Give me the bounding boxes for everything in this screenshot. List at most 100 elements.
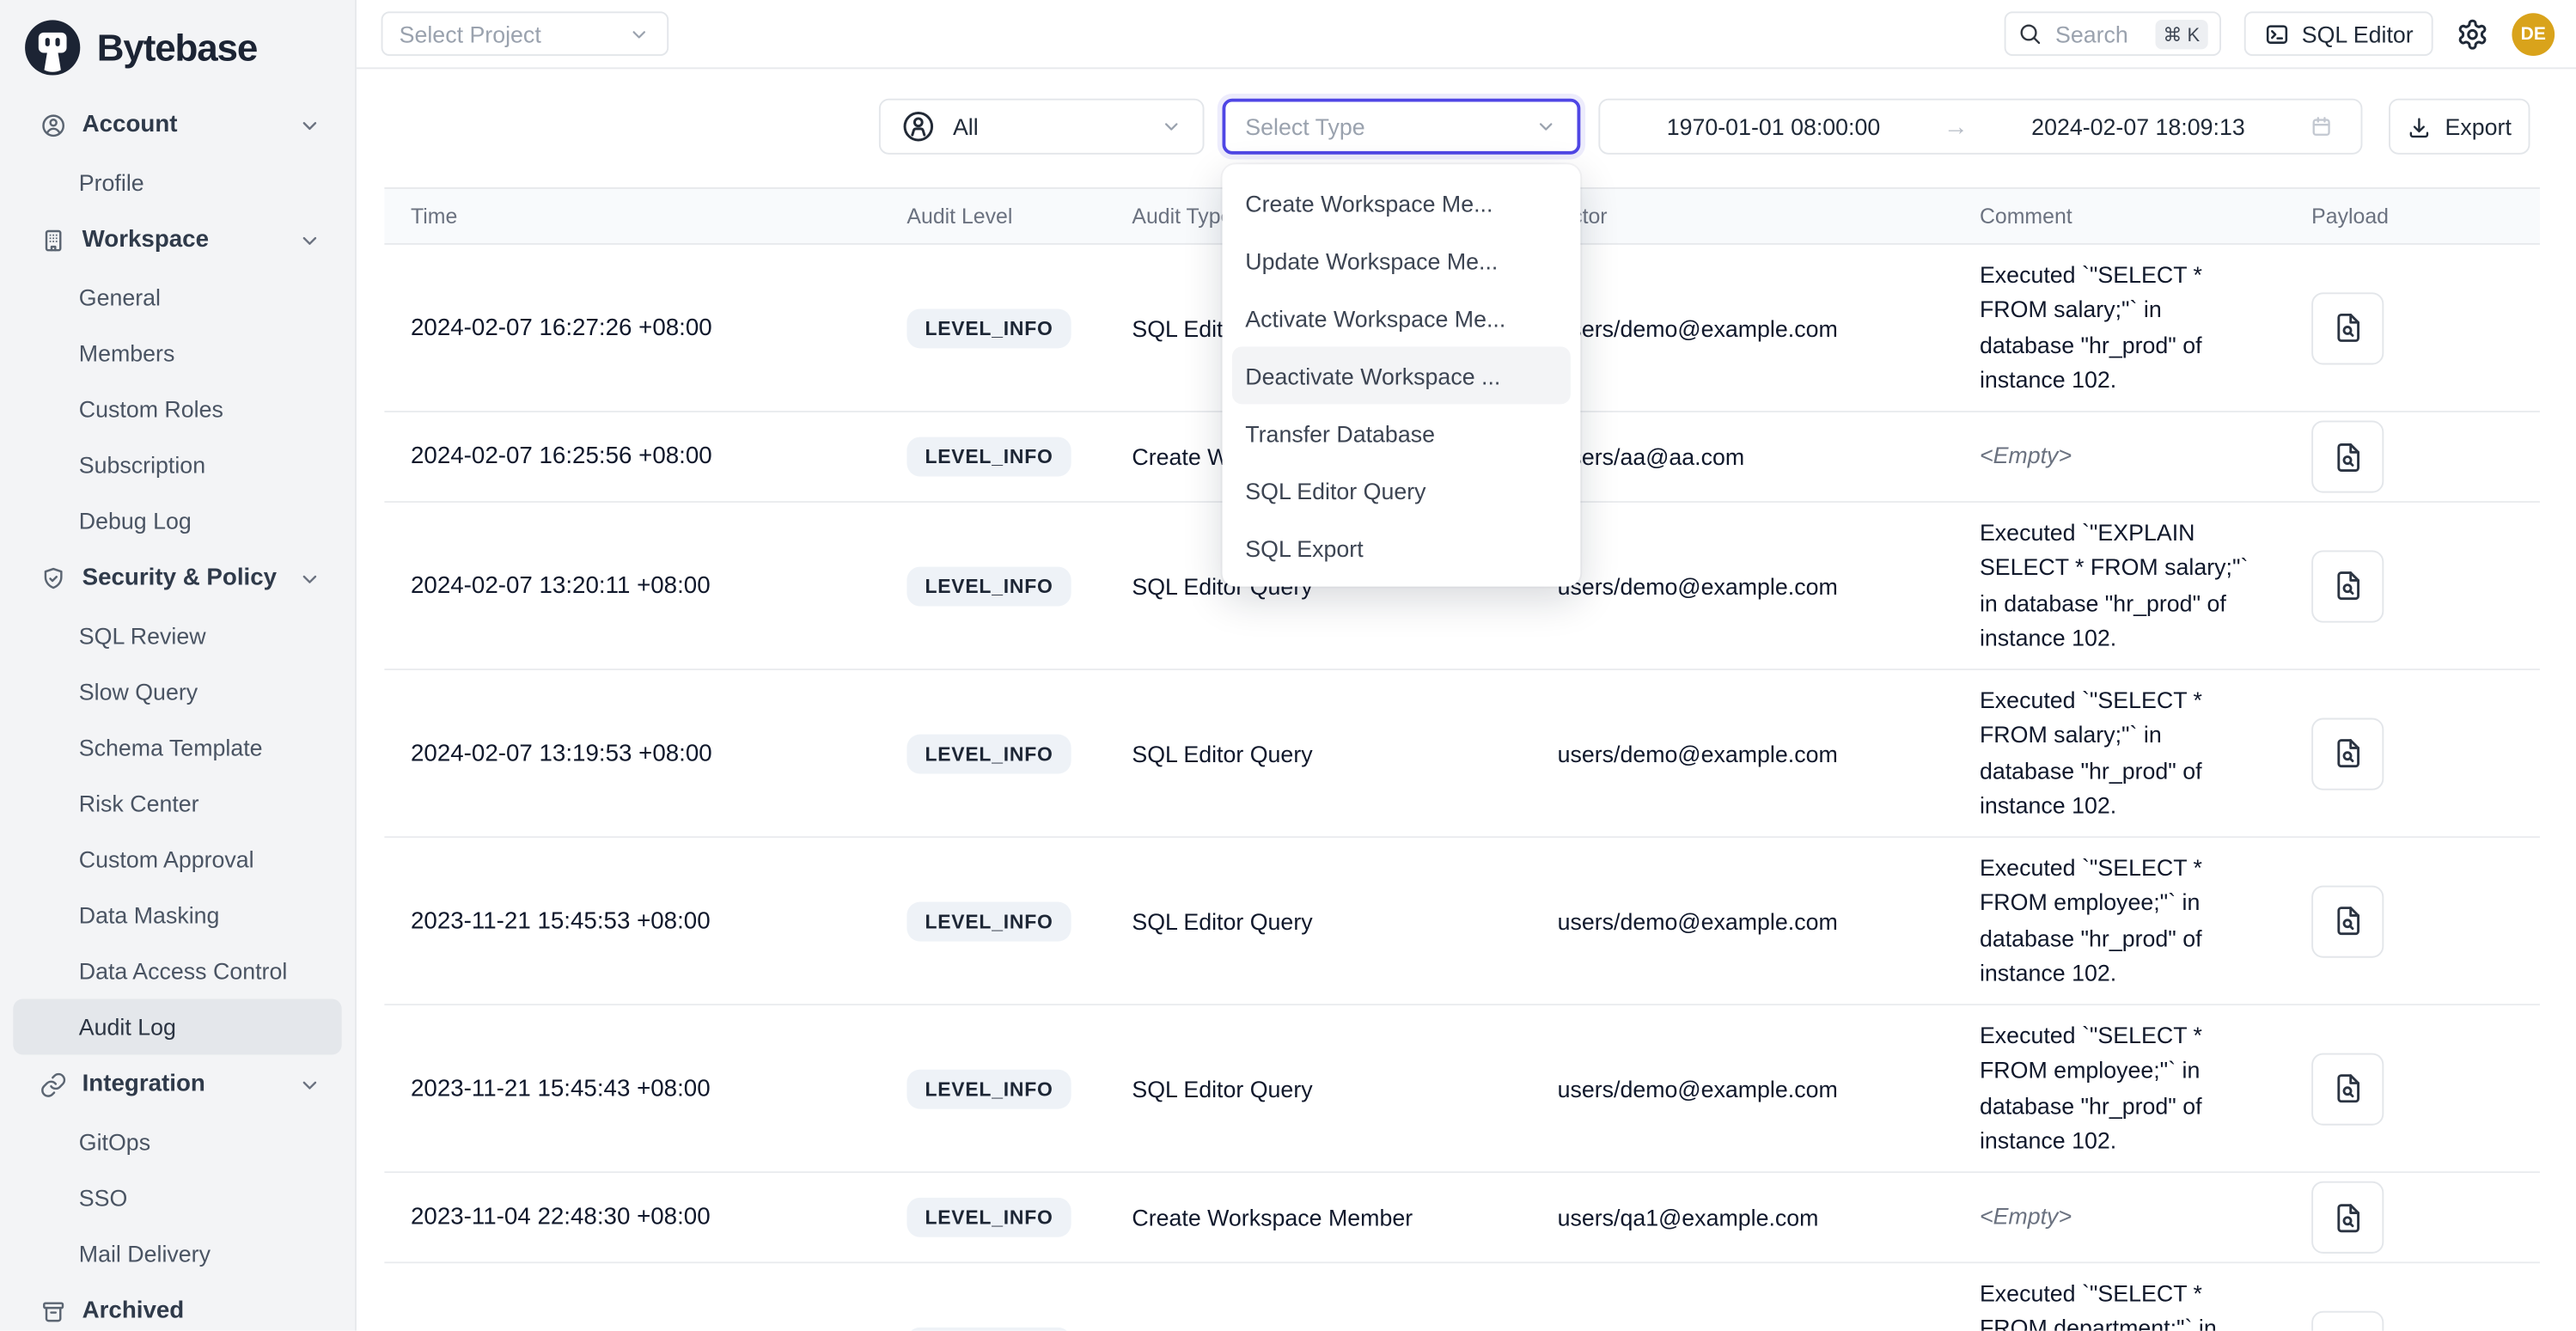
file-search-icon: [2330, 569, 2365, 603]
file-search-icon: [2330, 1200, 2365, 1235]
sidebar-nav: Account Profile Workspace General Member…: [0, 95, 355, 1331]
level-badge: LEVEL_INFO: [906, 734, 1071, 773]
menu-item-transfer-database[interactable]: Transfer Database: [1223, 404, 1581, 461]
search-icon: [2017, 21, 2042, 46]
sidebar-item-account[interactable]: Account: [13, 95, 341, 155]
sidebar-item-sql-review[interactable]: SQL Review: [13, 607, 341, 663]
menu-item-update-workspace-member[interactable]: Update Workspace Me...: [1223, 232, 1581, 290]
column-header-audit-level: Audit Level: [906, 204, 1132, 229]
audit-log-page: All Select Type 1970-01-01 08:00:00 → 20…: [357, 69, 2576, 1330]
sidebar-item-debug-log[interactable]: Debug Log: [13, 493, 341, 549]
level-badge: LEVEL_INFO: [906, 1198, 1071, 1237]
settings-gear-icon[interactable]: [2456, 17, 2488, 50]
chevron-down-icon: [297, 1072, 322, 1097]
sidebar-item-slow-query[interactable]: Slow Query: [13, 663, 341, 719]
level-badge: LEVEL_INFO: [906, 308, 1071, 347]
sidebar-item-general[interactable]: General: [13, 270, 341, 326]
level-badge: LEVEL_INFO: [906, 1069, 1071, 1108]
menu-item-activate-workspace-member[interactable]: Activate Workspace Me...: [1223, 290, 1581, 347]
table-row: 2023-11-21 15:45:53 +08:00 LEVEL_INFO SQ…: [384, 838, 2540, 1005]
app-window: Bytebase Account Profile Workspace Gener…: [0, 0, 2576, 1331]
chevron-down-icon: [297, 113, 322, 137]
sidebar-item-members[interactable]: Members: [13, 326, 341, 382]
shield-check-icon: [40, 565, 68, 593]
sidebar-item-audit-log[interactable]: Audit Log: [13, 998, 341, 1054]
sidebar-item-schema-template[interactable]: Schema Template: [13, 719, 341, 775]
chevron-down-icon: [627, 22, 650, 46]
user-circle-icon: [900, 108, 937, 144]
table-row: 2023-11-04 21:26:24 +08:00 LEVEL_INFO SQ…: [384, 1263, 2540, 1330]
column-header-time: Time: [384, 204, 906, 229]
search-input[interactable]: [2052, 19, 2144, 48]
chevron-down-icon: [297, 228, 322, 253]
type-filter-select[interactable]: Select Type: [1223, 99, 1581, 155]
actor-filter-select[interactable]: All: [879, 99, 1205, 155]
view-payload-button[interactable]: [2311, 717, 2384, 790]
sidebar-item-profile[interactable]: Profile: [13, 155, 341, 211]
sidebar-item-security-policy[interactable]: Security & Policy: [13, 549, 341, 608]
sidebar-item-integration[interactable]: Integration: [13, 1054, 341, 1114]
file-search-icon: [2330, 1072, 2365, 1106]
view-payload-button[interactable]: [2311, 1053, 2384, 1125]
sql-editor-button[interactable]: SQL Editor: [2244, 11, 2433, 56]
sidebar-item-mail-delivery[interactable]: Mail Delivery: [13, 1225, 341, 1281]
view-payload-button[interactable]: [2311, 420, 2384, 492]
view-payload-button[interactable]: [2311, 1310, 2384, 1331]
sidebar-item-subscription[interactable]: Subscription: [13, 437, 341, 493]
sidebar-item-data-access-control[interactable]: Data Access Control: [13, 943, 341, 998]
file-search-icon: [2330, 736, 2365, 771]
chevron-down-icon: [297, 566, 322, 591]
link-icon: [40, 1071, 68, 1099]
view-payload-button[interactable]: [2311, 291, 2384, 363]
bytebase-logo-icon: [21, 16, 84, 79]
sidebar-item-custom-approval[interactable]: Custom Approval: [13, 831, 341, 887]
chevron-down-icon: [1535, 115, 1558, 138]
sidebar-item-sso[interactable]: SSO: [13, 1169, 341, 1225]
building-icon: [40, 226, 68, 254]
view-payload-button[interactable]: [2311, 885, 2384, 957]
search-shortcut-badge: ⌘ K: [2155, 19, 2208, 48]
download-icon: [2408, 114, 2433, 139]
project-select[interactable]: Select Project: [382, 11, 669, 56]
terminal-icon: [2264, 21, 2291, 47]
level-badge: LEVEL_INFO: [906, 901, 1071, 941]
date-to[interactable]: 2024-02-07 18:09:13: [1991, 113, 2285, 140]
menu-item-create-workspace-member[interactable]: Create Workspace Me...: [1223, 174, 1581, 232]
file-search-icon: [2330, 310, 2365, 345]
arrow-right-icon: →: [1944, 113, 1969, 141]
menu-item-sql-export[interactable]: SQL Export: [1223, 519, 1581, 577]
file-search-icon: [2330, 439, 2365, 473]
view-payload-button[interactable]: [2311, 1181, 2384, 1254]
date-range-picker[interactable]: 1970-01-01 08:00:00 → 2024-02-07 18:09:1…: [1598, 99, 2362, 155]
file-search-icon: [2330, 904, 2365, 938]
level-badge: LEVEL_INFO: [906, 566, 1071, 606]
table-row: 2023-11-04 22:48:30 +08:00 LEVEL_INFO Cr…: [384, 1173, 2540, 1263]
column-header-payload: Payload: [2311, 204, 2540, 229]
archive-icon: [40, 1297, 68, 1326]
topbar: Select Project ⌘ K SQL Editor DE: [357, 0, 2576, 69]
level-badge: LEVEL_INFO: [906, 437, 1071, 477]
column-header-comment: Comment: [1980, 204, 2311, 229]
type-filter-dropdown: Create Workspace Me... Update Workspace …: [1223, 164, 1581, 586]
menu-item-sql-editor-query[interactable]: SQL Editor Query: [1223, 461, 1581, 519]
search-box[interactable]: ⌘ K: [2005, 11, 2221, 56]
export-button[interactable]: Export: [2389, 99, 2530, 155]
column-header-actor: Actor: [1558, 204, 1980, 229]
user-circle-icon: [40, 111, 68, 139]
sidebar-item-data-masking[interactable]: Data Masking: [13, 887, 341, 943]
bytebase-logo[interactable]: Bytebase: [0, 0, 355, 95]
sidebar-item-gitops[interactable]: GitOps: [13, 1114, 341, 1169]
chevron-down-icon: [1160, 115, 1183, 138]
sidebar-item-archived[interactable]: Archived: [13, 1281, 341, 1330]
sidebar-item-custom-roles[interactable]: Custom Roles: [13, 382, 341, 437]
date-from[interactable]: 1970-01-01 08:00:00: [1627, 113, 1920, 140]
avatar[interactable]: DE: [2512, 12, 2555, 55]
table-row: 2023-11-21 15:45:43 +08:00 LEVEL_INFO SQ…: [384, 1005, 2540, 1173]
menu-item-deactivate-workspace-member[interactable]: Deactivate Workspace ...: [1232, 346, 1571, 404]
table-row: 2024-02-07 13:19:53 +08:00 LEVEL_INFO SQ…: [384, 670, 2540, 838]
sidebar-item-risk-center[interactable]: Risk Center: [13, 775, 341, 831]
sidebar-item-workspace[interactable]: Workspace: [13, 211, 341, 270]
sidebar: Bytebase Account Profile Workspace Gener…: [0, 0, 357, 1331]
calendar-icon: [2308, 113, 2335, 140]
view-payload-button[interactable]: [2311, 550, 2384, 622]
